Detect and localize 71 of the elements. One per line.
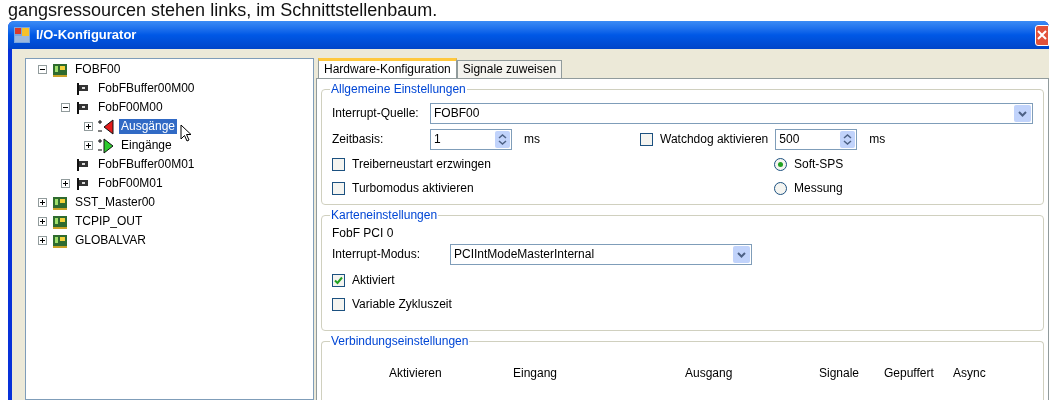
group-title: Karteneinstellungen bbox=[330, 208, 439, 222]
mouse-cursor-icon bbox=[180, 124, 192, 143]
expand-toggle[interactable] bbox=[84, 122, 93, 131]
tree-item[interactable]: SST_Master00 bbox=[73, 195, 158, 210]
collapse-toggle[interactable] bbox=[61, 103, 70, 112]
column-header: Ausgang bbox=[685, 365, 734, 382]
number-field[interactable]: 500 bbox=[775, 128, 858, 150]
unit-label: ms bbox=[524, 131, 541, 148]
field-label: Interrupt-Modus: bbox=[332, 246, 422, 263]
close-button[interactable] bbox=[1035, 24, 1049, 46]
column-header: Aktivieren bbox=[389, 365, 443, 382]
radio-button[interactable] bbox=[774, 181, 787, 195]
circuit-board-icon bbox=[52, 214, 68, 229]
flag-icon bbox=[76, 101, 90, 114]
spinner-arrows-icon[interactable] bbox=[495, 130, 510, 148]
checkbox[interactable] bbox=[640, 132, 653, 146]
circuit-board-icon bbox=[52, 233, 68, 248]
checkbox[interactable] bbox=[332, 181, 345, 195]
spinner-arrows-icon[interactable] bbox=[840, 130, 856, 148]
card-name: FobF PCI 0 bbox=[332, 225, 395, 240]
checkbox-label: Aktiviert bbox=[352, 272, 395, 289]
tree-item[interactable]: GLOBALVAR bbox=[73, 233, 148, 248]
tab[interactable]: Signale zuweisen bbox=[456, 60, 563, 78]
expand-toggle[interactable] bbox=[61, 179, 70, 188]
dropdown-field[interactable]: FOBF00 bbox=[430, 102, 1033, 124]
expand-toggle[interactable] bbox=[38, 217, 47, 226]
checkbox[interactable] bbox=[332, 273, 345, 287]
radio-label: Soft-SPS bbox=[794, 156, 844, 173]
tree-item[interactable]: TCPIP_OUT bbox=[73, 214, 145, 229]
checkbox-label: Variable Zykluszeit bbox=[352, 296, 452, 313]
app-icon bbox=[14, 27, 30, 43]
collapse-toggle[interactable] bbox=[38, 65, 47, 74]
checkbox[interactable] bbox=[332, 157, 345, 171]
checkbox[interactable] bbox=[332, 297, 345, 311]
tree-item[interactable]: FobFBuffer00M01 bbox=[96, 157, 197, 172]
right-arrow-icon bbox=[97, 137, 115, 154]
group-title: Allgemeine Einstellungen bbox=[330, 82, 467, 96]
number-field[interactable]: 1 bbox=[430, 128, 512, 150]
circuit-board-icon bbox=[52, 195, 68, 210]
flag-icon bbox=[76, 158, 90, 171]
column-header: Async bbox=[953, 365, 987, 382]
unit-label: ms bbox=[869, 131, 886, 148]
window-title: I/O-Konfigurator bbox=[36, 26, 138, 45]
caption-text: gangsressourcen stehen links, im Schnittstellenbaum. bbox=[8, 0, 438, 20]
tree-item[interactable]: FobF00M00 bbox=[96, 100, 165, 115]
tab[interactable]: Hardware-Konfiguration bbox=[318, 58, 457, 78]
field-label: Interrupt-Quelle: bbox=[332, 105, 420, 122]
checkbox-label: Watchdog aktivieren bbox=[660, 131, 769, 148]
checkbox-label: Turbomodus aktivieren bbox=[352, 180, 474, 197]
checkbox-label: Treiberneustart erzwingen bbox=[352, 156, 491, 173]
close-icon[interactable] bbox=[1037, 30, 1047, 40]
column-header: Gepuffert bbox=[884, 365, 935, 382]
tree-item[interactable]: FobF00M01 bbox=[96, 176, 165, 191]
tree-item[interactable]: FobFBuffer00M00 bbox=[96, 81, 197, 96]
dropdown-field[interactable]: PCIIntModeMasterInternal bbox=[450, 243, 752, 265]
tree-item[interactable]: FOBF00 bbox=[73, 62, 123, 77]
expand-toggle[interactable] bbox=[38, 236, 47, 245]
radio-label: Messung bbox=[794, 180, 843, 197]
expand-toggle[interactable] bbox=[38, 198, 47, 207]
left-arrow-icon bbox=[97, 118, 115, 135]
radio-button[interactable] bbox=[774, 157, 787, 171]
flag-icon bbox=[76, 177, 90, 190]
group-title: Verbindungseinstellungen bbox=[330, 334, 470, 348]
field-label: Zeitbasis: bbox=[332, 131, 385, 148]
circuit-board-icon bbox=[52, 62, 68, 77]
flag-icon bbox=[76, 82, 90, 95]
tree-item[interactable]: Eingänge bbox=[119, 138, 174, 153]
column-header: Signale bbox=[819, 365, 861, 382]
expand-toggle[interactable] bbox=[84, 141, 93, 150]
column-header: Eingang bbox=[513, 365, 559, 382]
tree-item[interactable]: Ausgänge bbox=[119, 119, 178, 134]
